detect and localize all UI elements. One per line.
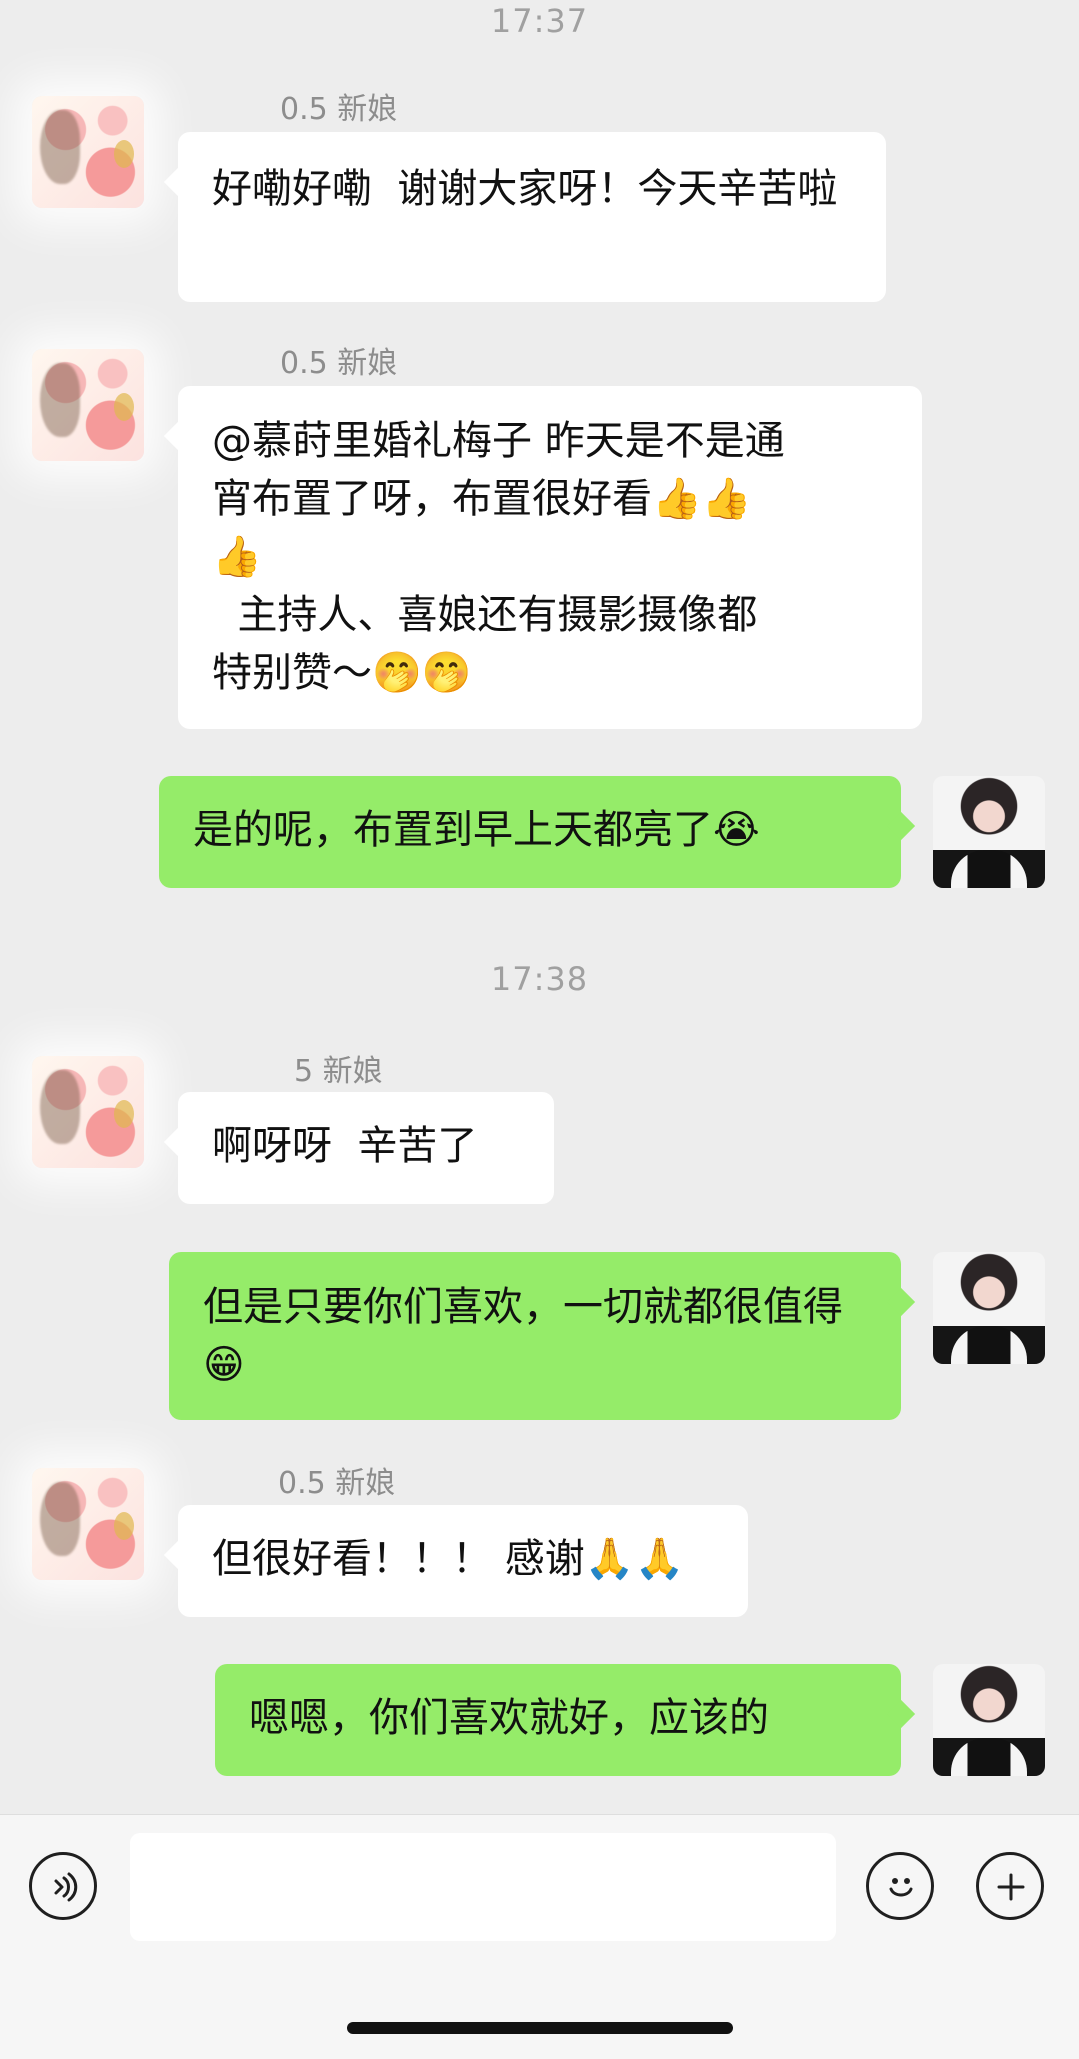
outgoing-message-bubble[interactable]: 是的呢，布置到早上天都亮了😭 — [159, 776, 901, 888]
incoming-avatar[interactable] — [32, 349, 144, 461]
outgoing-avatar[interactable] — [933, 1664, 1045, 1776]
message-line: 👍 — [212, 534, 262, 580]
message-text: 但很好看！！！ 感谢🙏🙏 — [212, 1536, 685, 1582]
outgoing-message-bubble[interactable]: 嗯嗯，你们喜欢就好，应该的 — [215, 1664, 901, 1776]
emoji-button[interactable] — [866, 1852, 934, 1920]
message-text: 是的呢，布置到早上天都亮了😭 — [193, 807, 760, 853]
outgoing-avatar[interactable] — [933, 776, 1045, 888]
incoming-message-bubble[interactable]: 好嘞好嘞 谢谢大家呀！今天辛苦啦 — [178, 132, 886, 302]
emoji-icon — [889, 1878, 913, 1897]
incoming-avatar[interactable] — [32, 1056, 144, 1168]
sender-name: 5 新娘 — [294, 1054, 383, 1089]
outgoing-avatar[interactable] — [933, 1252, 1045, 1364]
incoming-message-bubble[interactable]: 但很好看！！！ 感谢🙏🙏 — [178, 1505, 748, 1617]
timestamp: 17:38 — [490, 960, 589, 998]
plus-icon — [997, 1873, 1025, 1901]
message-line: 主持人、喜娘还有摄影摄像都 — [212, 592, 758, 638]
message-line: @慕莳里婚礼梅子 昨天是不是通 — [212, 418, 785, 464]
message-text: 嗯嗯，你们喜欢就好，应该的 — [249, 1695, 769, 1741]
message-line: 宵布置了呀，布置很好看👍👍 — [212, 476, 752, 522]
outgoing-message-bubble[interactable]: 但是只要你们喜欢，一切就都很值得😁 — [169, 1252, 901, 1420]
message-input[interactable] — [130, 1833, 836, 1941]
voice-icon — [54, 1872, 78, 1902]
incoming-avatar[interactable] — [32, 96, 144, 208]
timestamp: 17:37 — [490, 2, 589, 40]
home-indicator — [347, 2022, 733, 2034]
incoming-message-bubble[interactable]: 啊呀呀 辛苦了 — [178, 1092, 554, 1204]
message-text: 但是只要你们喜欢，一切就都很值得😁 — [203, 1284, 843, 1388]
message-text: 啊呀呀 辛苦了 — [212, 1123, 478, 1169]
incoming-message-bubble[interactable]: @慕莳里婚礼梅子 昨天是不是通 宵布置了呀，布置很好看👍👍 👍 主持人、喜娘还有… — [178, 386, 922, 729]
voice-button[interactable] — [29, 1852, 97, 1920]
sender-name: 0.5 新娘 — [280, 92, 398, 127]
message-text: 好嘞好嘞 谢谢大家呀！今天辛苦啦 — [212, 166, 838, 212]
incoming-avatar[interactable] — [32, 1468, 144, 1580]
more-button[interactable] — [976, 1852, 1044, 1920]
sender-name: 0.5 新娘 — [280, 346, 398, 381]
message-line: 特别赞～🤭🤭 — [212, 650, 472, 696]
sender-name: 0.5 新娘 — [278, 1466, 396, 1501]
